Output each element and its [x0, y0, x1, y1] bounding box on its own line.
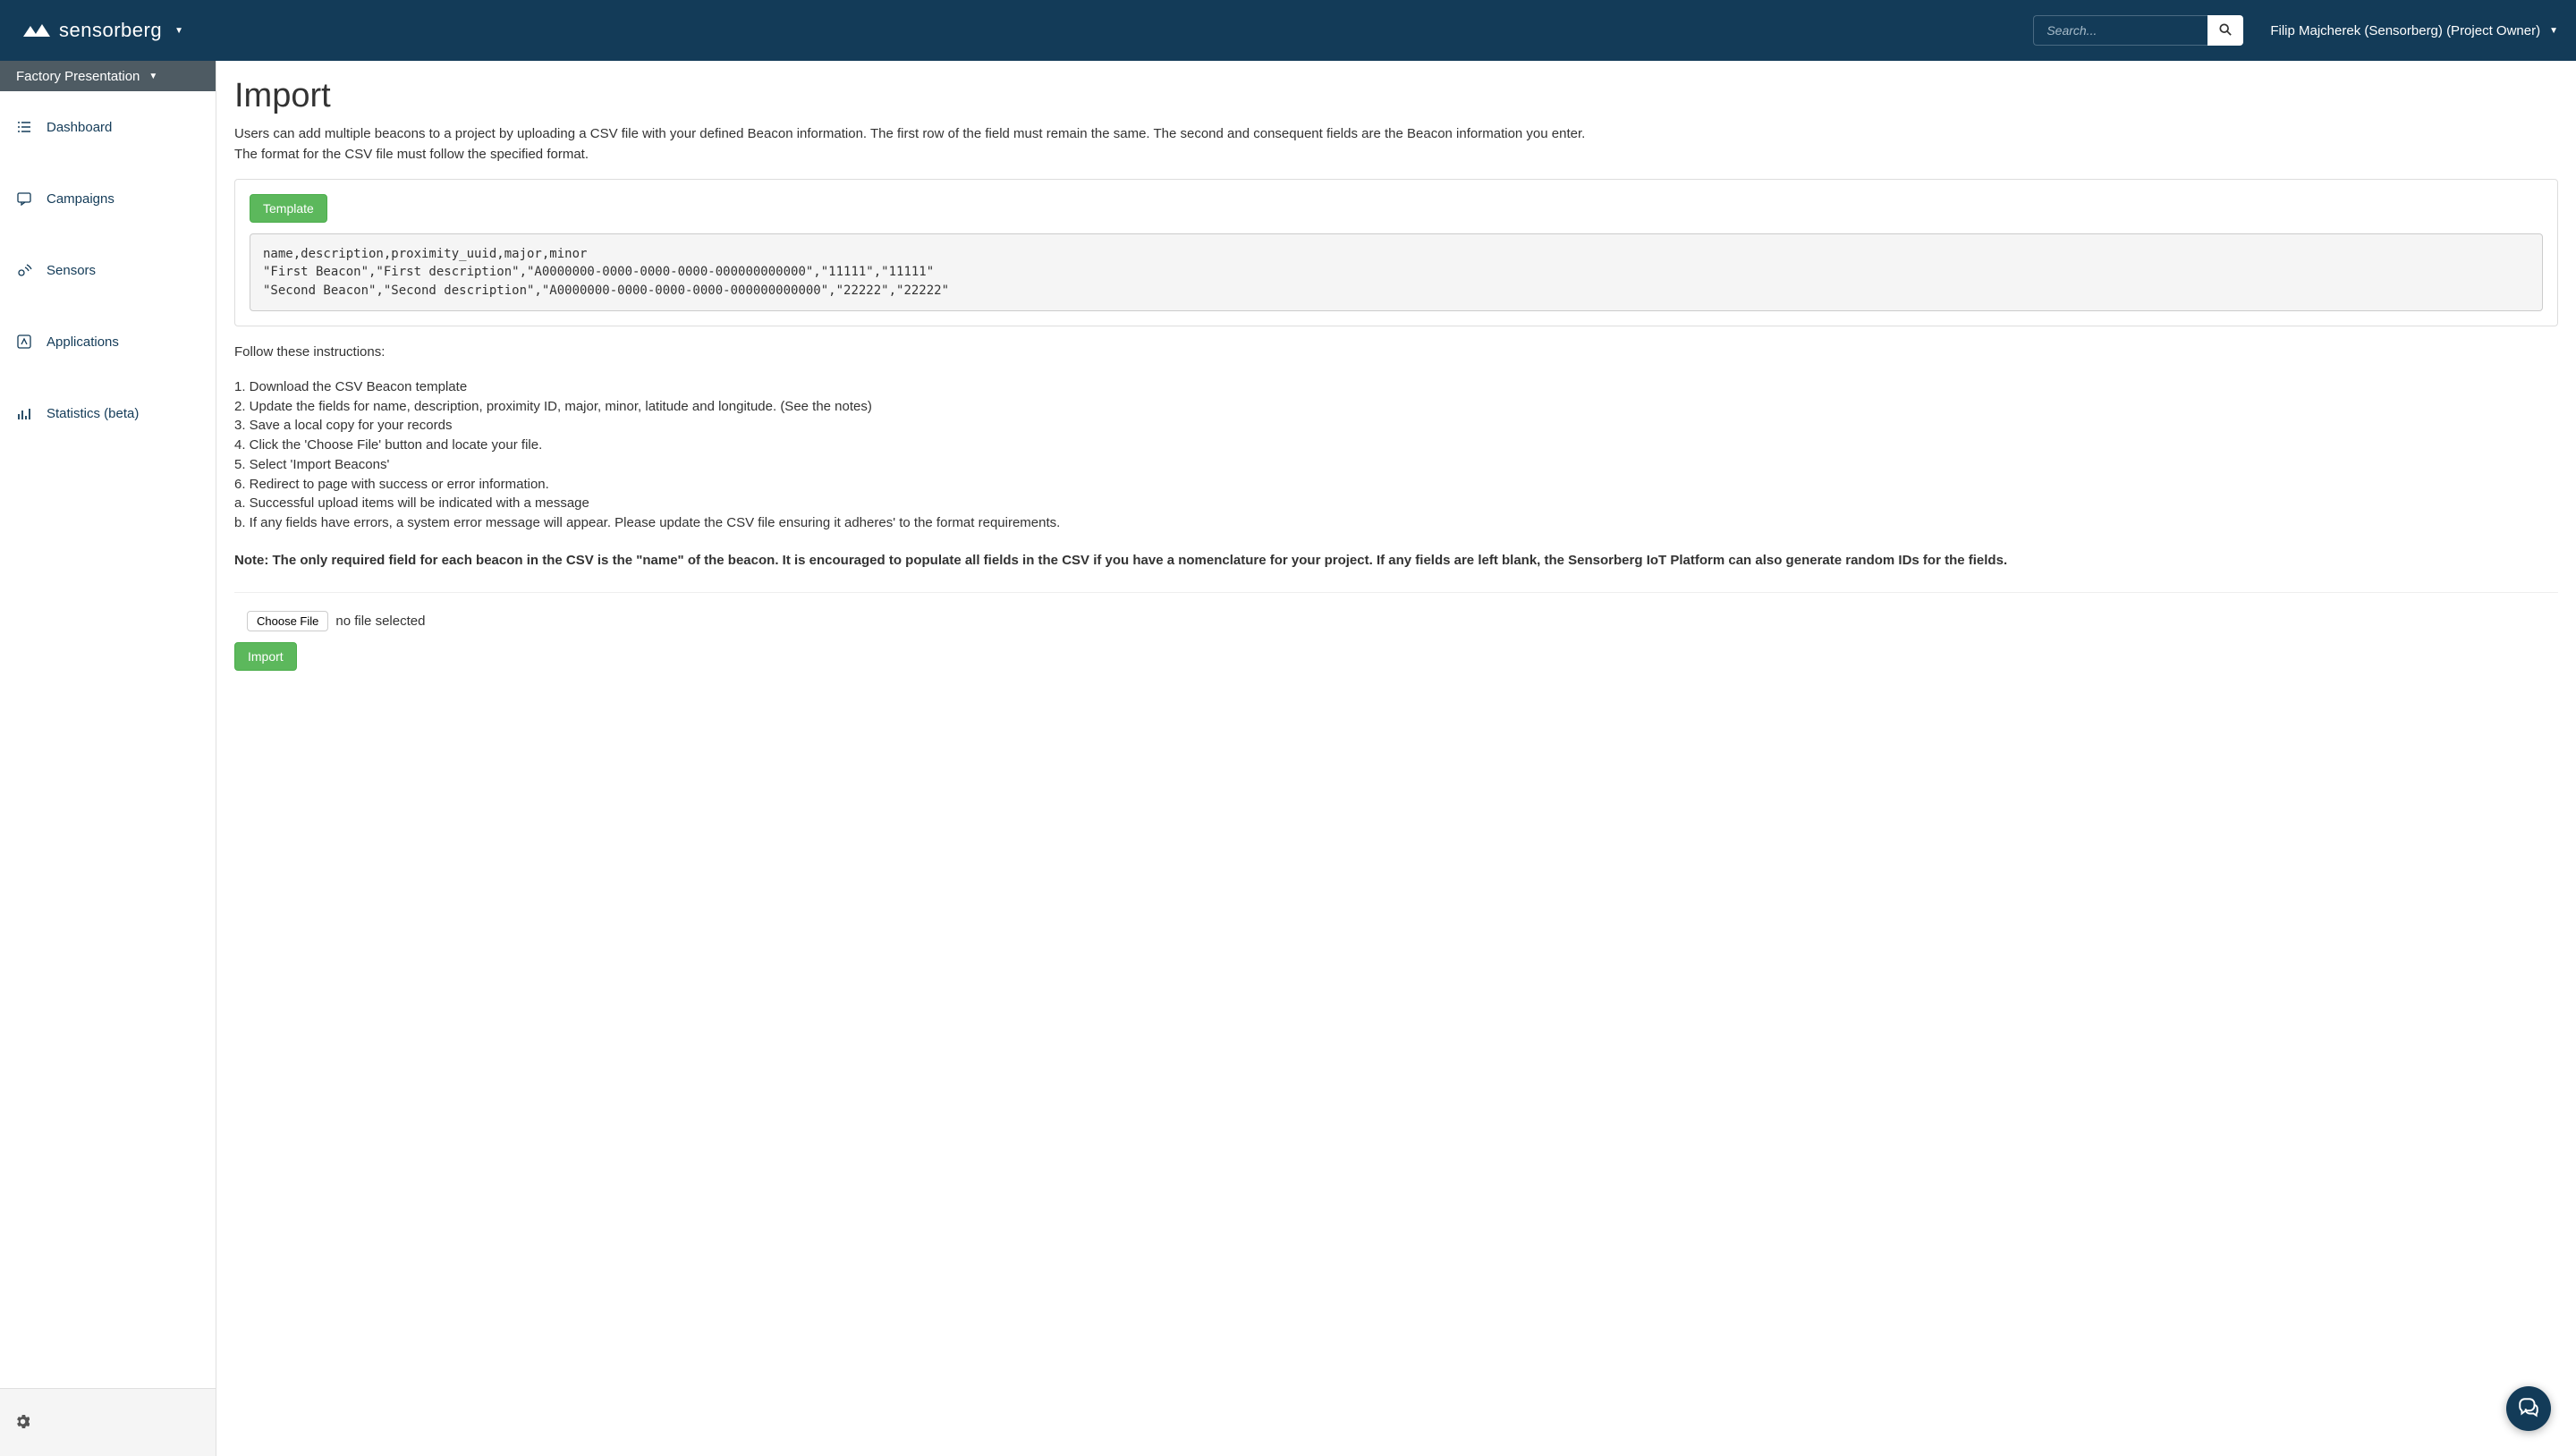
caret-down-icon: ▼ — [2549, 26, 2558, 36]
gear-icon[interactable] — [16, 1415, 30, 1431]
template-panel: Template name,description,proximity_uuid… — [234, 179, 2558, 326]
app-header: sensorberg ▼ Filip Majcherek (Sensorberg… — [0, 0, 2576, 61]
sidebar-item-label: Applications — [47, 334, 119, 350]
sidebar-item-campaigns[interactable]: Campaigns — [0, 163, 216, 234]
main-content: Import Users can add multiple beacons to… — [216, 61, 2576, 1456]
project-label: Factory Presentation — [16, 69, 140, 84]
sidebar-item-dashboard[interactable]: Dashboard — [0, 91, 216, 163]
brand-dropdown[interactable]: sensorberg ▼ — [18, 19, 183, 42]
sidebar-item-applications[interactable]: Applications — [0, 306, 216, 377]
search-button[interactable] — [2207, 15, 2243, 46]
chat-icon — [2517, 1396, 2540, 1422]
user-label: Filip Majcherek (Sensorberg) (Project Ow… — [2270, 23, 2540, 38]
beacon-icon — [16, 262, 32, 278]
sidebar-item-label: Statistics (beta) — [47, 406, 139, 421]
app-icon — [16, 334, 32, 350]
divider — [234, 592, 2558, 593]
intro-text: Users can add multiple beacons to a proj… — [234, 124, 2558, 165]
search-input[interactable] — [2033, 15, 2207, 46]
sidebar-item-label: Dashboard — [47, 120, 112, 135]
instructions-title: Follow these instructions: — [234, 344, 2558, 360]
sidebar-item-statistics[interactable]: Statistics (beta) — [0, 377, 216, 449]
file-status-label: no file selected — [335, 614, 425, 629]
choose-file-button[interactable]: Choose File — [247, 611, 328, 631]
instructions-steps: 1. Download the CSV Beacon template 2. U… — [234, 377, 2558, 533]
user-menu[interactable]: Filip Majcherek (Sensorberg) (Project Ow… — [2270, 23, 2558, 38]
sensorberg-logo-icon — [18, 21, 52, 40]
list-icon — [16, 119, 32, 135]
search-icon — [2219, 23, 2232, 38]
search-group — [2033, 15, 2243, 46]
brand-name: sensorberg — [59, 19, 162, 42]
project-selector[interactable]: Factory Presentation ▼ — [0, 61, 216, 91]
sidebar-item-label: Sensors — [47, 263, 96, 278]
comment-icon — [16, 190, 32, 207]
file-input-row: Choose File no file selected — [247, 611, 2558, 631]
sidebar-item-label: Campaigns — [47, 191, 114, 207]
instructions-note: Note: The only required field for each b… — [234, 551, 2558, 571]
caret-down-icon: ▼ — [174, 26, 183, 36]
chat-fab[interactable] — [2506, 1386, 2551, 1431]
caret-down-icon: ▼ — [148, 72, 157, 81]
csv-example: name,description,proximity_uuid,major,mi… — [250, 233, 2543, 311]
import-button[interactable]: Import — [234, 642, 297, 671]
page-title: Import — [234, 77, 2558, 115]
header-right: Filip Majcherek (Sensorberg) (Project Ow… — [2033, 15, 2558, 46]
sidebar-item-sensors[interactable]: Sensors — [0, 234, 216, 306]
sidebar-footer — [0, 1388, 216, 1456]
template-button[interactable]: Template — [250, 194, 327, 223]
sidebar: Factory Presentation ▼ Dashboard Campaig… — [0, 61, 216, 1456]
bars-icon — [16, 405, 32, 421]
